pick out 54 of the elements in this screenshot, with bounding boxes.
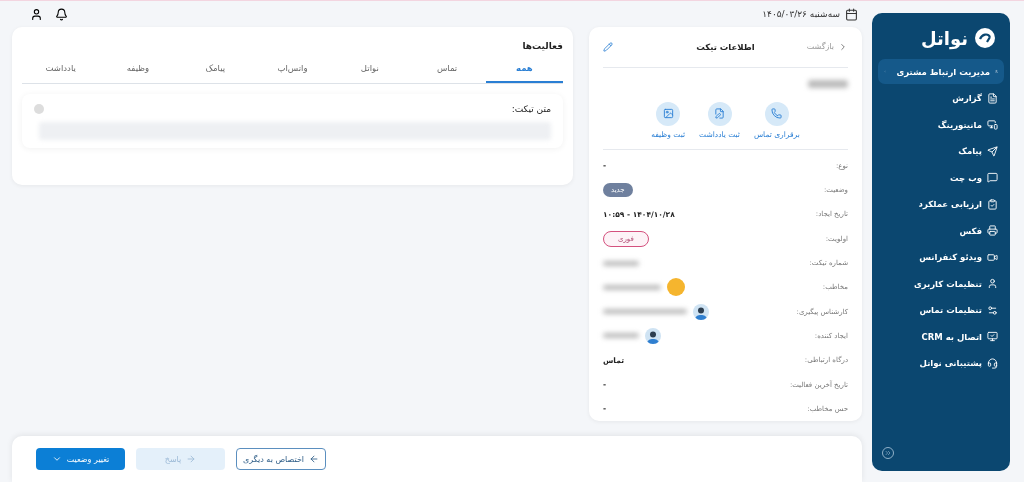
video-camera-icon [987,251,998,263]
sidebar-item[interactable]: پیامک [878,138,1004,164]
tab[interactable]: وظیفه [99,55,177,83]
logo-text: نواتل [920,27,968,49]
blurred-text [603,260,639,266]
sidebar-item[interactable]: تنظیمات کاربری [878,271,1004,296]
bell-icon[interactable] [55,7,68,21]
image-icon [662,108,674,120]
tab[interactable]: تماس [408,55,486,83]
sidebar-item[interactable]: اتصال به CRM [878,324,1004,349]
blurred-text [808,79,848,88]
card-title: اطلاعات تیکت [695,41,756,52]
user-icon [987,278,998,289]
avatar-icon [693,303,709,320]
arrow-icon [309,454,320,464]
chat-icon [987,172,998,183]
sliders-icon [987,304,998,316]
sidebar-item[interactable]: ویدئو کنفرانس [878,244,1004,270]
avatar-circle [667,278,685,297]
tab[interactable]: یادداشت [22,55,100,83]
date-text: سه‌شنبه ۱۴۰۵/۰۳/۲۶ [762,9,840,19]
sidebar-item[interactable]: گزارش [878,85,1004,111]
sidebar-item[interactable]: وب چت [878,165,1004,190]
sidebar-item[interactable]: فکس [878,218,1004,243]
document-icon [987,92,998,104]
tab[interactable]: واتس‌اپ [253,55,332,83]
clipboard-icon [987,198,998,210]
phone-icon [771,108,783,120]
section-label: متن تیکت: [511,104,551,114]
tab[interactable]: نواتل [331,55,409,83]
dropdown-button[interactable]: تغییر وضعیت [36,448,125,470]
note-icon [714,108,725,120]
arrow-icon [186,454,197,464]
blurred-text [603,284,661,290]
user-icon[interactable] [30,7,43,21]
calendar-icon [845,7,858,21]
logo-icon [974,27,996,49]
sidebar-item[interactable]: تنظیمات تماس [878,297,1004,323]
sidebar-item[interactable]: ارزیابی عملکرد [878,191,1004,217]
card-title: فعالیت‌ها [521,41,563,51]
sidebar-item[interactable]: مانیتورینگ [878,112,1004,137]
printer-icon [987,225,998,236]
sidebar-item[interactable]: پشتیبانی نواتل [878,350,1004,376]
blurred-text [603,333,639,339]
info-icon [34,104,44,114]
monitor-icon [987,119,998,130]
action-button[interactable]: اختصاص به دیگری [236,448,326,470]
headset-icon [987,357,998,369]
paper-plane-icon [987,145,998,157]
tab[interactable]: پیامک [176,55,254,83]
monitor-icon [987,331,998,342]
tab[interactable]: همه [485,55,563,83]
sidebar-item[interactable]: مدیریت ارتباط مشتری [878,59,1004,84]
avatar-icon [645,327,661,344]
